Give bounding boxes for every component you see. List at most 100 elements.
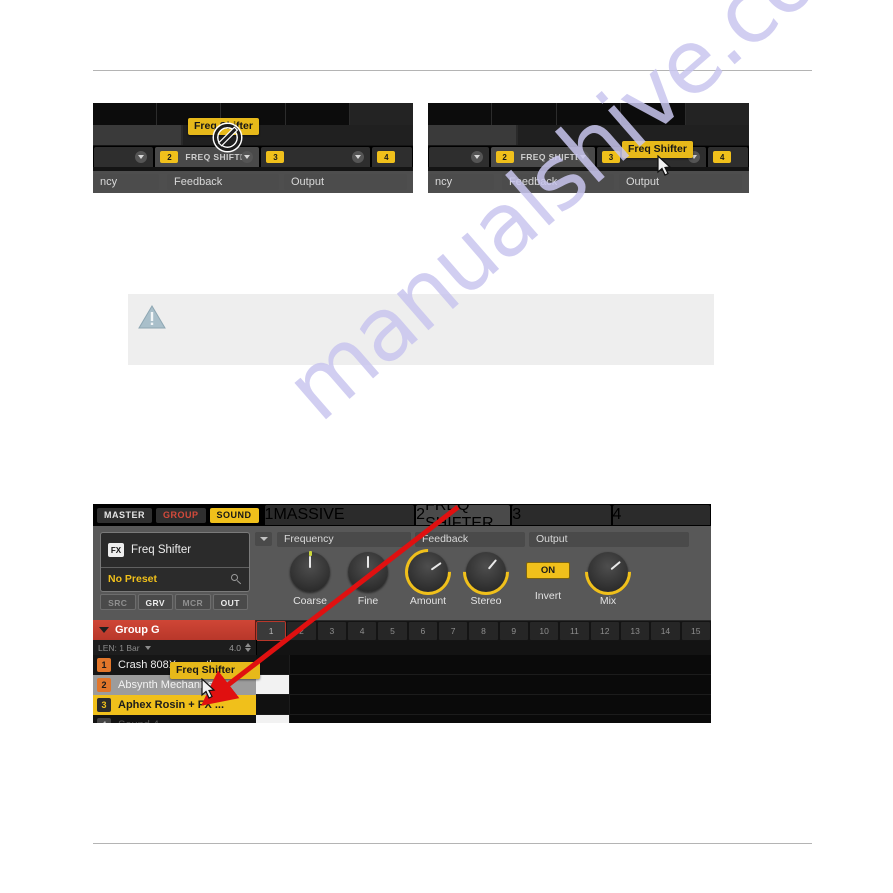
knob-amount[interactable]: Amount bbox=[395, 539, 461, 607]
fig1-strip-cell bbox=[349, 103, 413, 125]
maschine-top-bar: MASTER GROUP SOUND 1 MASSIVE 2 FREQ SHIF… bbox=[93, 504, 711, 532]
watermark-text: manualshive.com bbox=[266, 0, 893, 441]
pattern-length-value[interactable]: 4.0 bbox=[229, 643, 241, 653]
fig2-label-frequency: ncy bbox=[428, 174, 494, 190]
tab-master[interactable]: MASTER bbox=[97, 507, 152, 523]
fig1-strip-cell bbox=[93, 103, 158, 125]
pattern-9[interactable]: 9 bbox=[499, 622, 528, 640]
chevron-down-icon[interactable] bbox=[576, 151, 589, 163]
knob-mix[interactable]: Mix bbox=[575, 539, 641, 607]
fig2-label-feedback: Feedback bbox=[502, 174, 614, 190]
fig1-slot-3[interactable]: 3 bbox=[261, 147, 371, 167]
chevron-down-icon[interactable] bbox=[144, 645, 151, 650]
collapse-parameters-icon[interactable] bbox=[255, 532, 272, 546]
pattern-4[interactable]: 4 bbox=[347, 622, 377, 640]
magnifier-icon[interactable] bbox=[231, 573, 242, 585]
knob-fine-pointer bbox=[367, 556, 369, 568]
fx-slot-2[interactable]: 2 FREQ SHIFTER bbox=[416, 504, 511, 532]
chevron-down-icon[interactable] bbox=[352, 151, 365, 163]
plugin-name: Freq Shifter bbox=[131, 544, 192, 556]
fig2-slot-1[interactable] bbox=[429, 147, 489, 167]
pattern-number-row: 1 2 3 4 5 6 7 8 9 10 11 12 13 14 15 bbox=[255, 620, 711, 641]
tab-mcr[interactable]: MCR bbox=[175, 594, 211, 610]
tab-src[interactable]: SRC bbox=[100, 594, 136, 610]
invert-toggle-button[interactable]: ON bbox=[526, 562, 570, 579]
pattern-15[interactable]: 15 bbox=[681, 622, 710, 640]
sound-2-name: Absynth Mechanics bbox=[118, 679, 214, 691]
fig1-slot-2[interactable]: 2 FREQ SHIFTER bbox=[155, 147, 260, 167]
knob-coarse-pointer bbox=[309, 556, 311, 568]
fig2-section-labels: ncy Feedback Output bbox=[428, 171, 749, 193]
knob-fine[interactable]: Fine bbox=[341, 552, 395, 607]
sound-3-index: 3 bbox=[97, 698, 111, 712]
fig2-slot-2[interactable]: 2 FREQ SHIFTER bbox=[490, 147, 595, 167]
pattern-7[interactable]: 7 bbox=[438, 622, 468, 640]
tab-sound[interactable]: SOUND bbox=[209, 507, 259, 523]
fig2-slot-2-number: 2 bbox=[495, 151, 514, 163]
plugin-name-row: FX Freq Shifter bbox=[101, 533, 249, 567]
knob-amount-label: Amount bbox=[409, 595, 447, 607]
lane-row[interactable] bbox=[256, 675, 711, 695]
pattern-11[interactable]: 11 bbox=[560, 622, 589, 640]
knob-coarse-label: Coarse bbox=[293, 595, 327, 607]
chevron-down-icon[interactable] bbox=[470, 151, 483, 163]
pattern-2[interactable]: 2 bbox=[287, 622, 316, 640]
sound-row-3[interactable]: 3 Aphex Rosin + FX ... bbox=[93, 695, 256, 715]
watermark: manualshive.com bbox=[266, 0, 893, 540]
fig1-slot-4[interactable]: 4 bbox=[372, 147, 412, 167]
lane-cell[interactable] bbox=[256, 675, 290, 694]
knob-stereo[interactable]: Stereo bbox=[453, 539, 519, 607]
fig1-slot-1[interactable] bbox=[94, 147, 154, 167]
fig2-top-strip bbox=[428, 103, 749, 125]
fig2-slot-4[interactable]: 4 bbox=[708, 147, 748, 167]
group-header[interactable]: Group G bbox=[93, 620, 256, 640]
pattern-length-label[interactable]: LEN: 1 Bar bbox=[98, 643, 140, 653]
parameter-area: Frequency Feedback Output Coarse Fine Am… bbox=[253, 526, 711, 620]
sound-1-index: 1 bbox=[97, 658, 111, 672]
chevron-down-icon[interactable] bbox=[241, 151, 254, 163]
fx-slot-3[interactable]: 3 bbox=[512, 505, 611, 525]
pattern-5[interactable]: 5 bbox=[378, 622, 407, 640]
pattern-8[interactable]: 8 bbox=[469, 622, 498, 640]
lane-row[interactable] bbox=[256, 695, 711, 715]
manual-page: 2 FREQ SHIFTER 3 4 ncy Feedback Output F… bbox=[0, 0, 893, 893]
pattern-length-row: LEN: 1 Bar 4.0 bbox=[93, 640, 257, 655]
knob-stereo-label: Stereo bbox=[470, 595, 502, 607]
fig2-slot-4-number: 4 bbox=[713, 151, 732, 163]
pattern-6[interactable]: 6 bbox=[408, 622, 437, 640]
length-stepper[interactable] bbox=[245, 643, 251, 652]
lane-row[interactable] bbox=[256, 655, 711, 675]
triangle-down-icon[interactable] bbox=[99, 627, 109, 633]
lane-row[interactable] bbox=[256, 715, 711, 723]
invert-control: ON Invert bbox=[521, 552, 575, 602]
fx-slot-1-number: 1 bbox=[264, 506, 274, 523]
tab-group[interactable]: GROUP bbox=[156, 507, 206, 523]
lane-cell[interactable] bbox=[256, 715, 290, 723]
chevron-down-icon[interactable] bbox=[135, 151, 148, 163]
fx-slot-2-number: 2 bbox=[416, 506, 426, 523]
lane-cell[interactable] bbox=[256, 655, 290, 674]
fx-slot-4[interactable]: 4 bbox=[612, 505, 710, 525]
pattern-13[interactable]: 13 bbox=[620, 622, 650, 640]
pattern-1[interactable]: 1 bbox=[255, 621, 287, 641]
sound-4-index: 4 bbox=[97, 718, 111, 723]
fig1-slot-3-number: 3 bbox=[266, 151, 285, 163]
sound-row-4[interactable]: 4 Sound 4 bbox=[93, 715, 256, 723]
plugin-preset-row[interactable]: No Preset bbox=[101, 567, 249, 590]
knob-coarse[interactable]: Coarse bbox=[283, 551, 337, 607]
fx-slot-1[interactable]: 1 MASSIVE bbox=[264, 505, 415, 525]
preset-name: No Preset bbox=[108, 573, 158, 585]
pattern-14[interactable]: 14 bbox=[651, 622, 680, 640]
lane-cell[interactable] bbox=[256, 695, 290, 714]
group-header-row: Group G 1 2 3 4 5 6 7 8 9 10 11 12 13 14… bbox=[93, 620, 711, 641]
tab-out[interactable]: OUT bbox=[212, 594, 248, 610]
pattern-3[interactable]: 3 bbox=[317, 622, 346, 640]
fig1-strip-cell bbox=[286, 103, 350, 125]
fx-badge-icon: FX bbox=[108, 543, 124, 557]
note-box bbox=[128, 294, 714, 365]
tab-grv[interactable]: GRV bbox=[137, 594, 173, 610]
figure-top-right: 2 FREQ SHIFTER 3 4 ncy Feedback Output bbox=[428, 103, 749, 193]
pattern-lanes bbox=[256, 655, 711, 723]
pattern-10[interactable]: 10 bbox=[529, 622, 559, 640]
pattern-12[interactable]: 12 bbox=[590, 622, 619, 640]
